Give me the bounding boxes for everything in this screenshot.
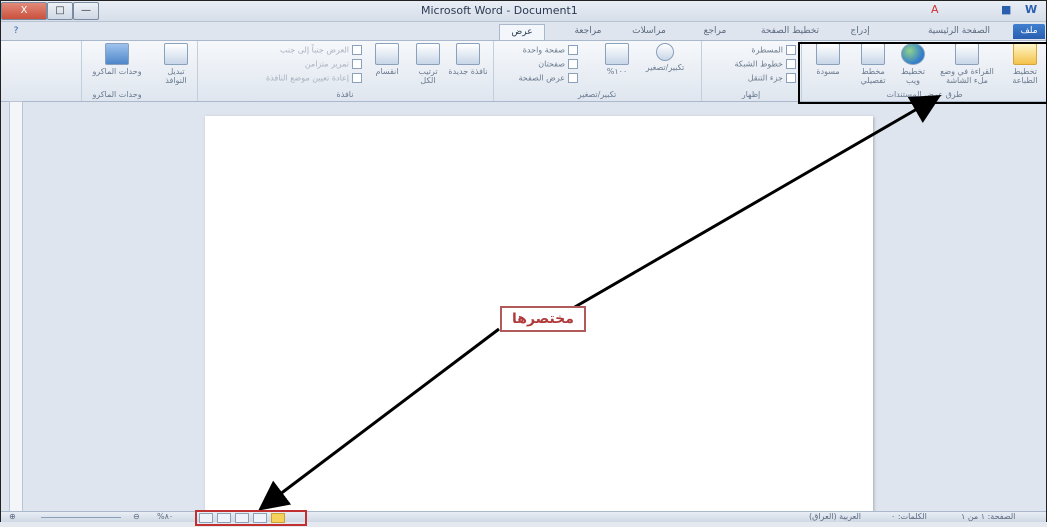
word-window: X □ — Microsoft Word - Document1 A ■ W ?… [0, 0, 1047, 526]
zoom-in-icon[interactable]: ⊕ [9, 512, 16, 521]
annotation-arrows [258, 94, 942, 511]
view-shortcuts-highlight-box [195, 510, 307, 526]
word-count[interactable]: الكلمات: ٠ [891, 512, 927, 521]
shortcuts-callout: مختصرها [500, 306, 586, 332]
status-bar: ⊕ ⊖ %٨٠ العربية (العراق) الكلمات: ٠ الصف… [1, 511, 1046, 522]
page-number[interactable]: الصفحة: ١ من ١ [961, 512, 1015, 521]
arrow-to-views-group [560, 94, 942, 317]
zoom-out-icon[interactable]: ⊖ [133, 512, 140, 521]
language-indicator[interactable]: العربية (العراق) [809, 512, 861, 521]
arrow-to-view-shortcuts [258, 327, 500, 511]
zoom-level[interactable]: %٨٠ [157, 512, 173, 521]
zoom-slider[interactable] [41, 517, 121, 518]
